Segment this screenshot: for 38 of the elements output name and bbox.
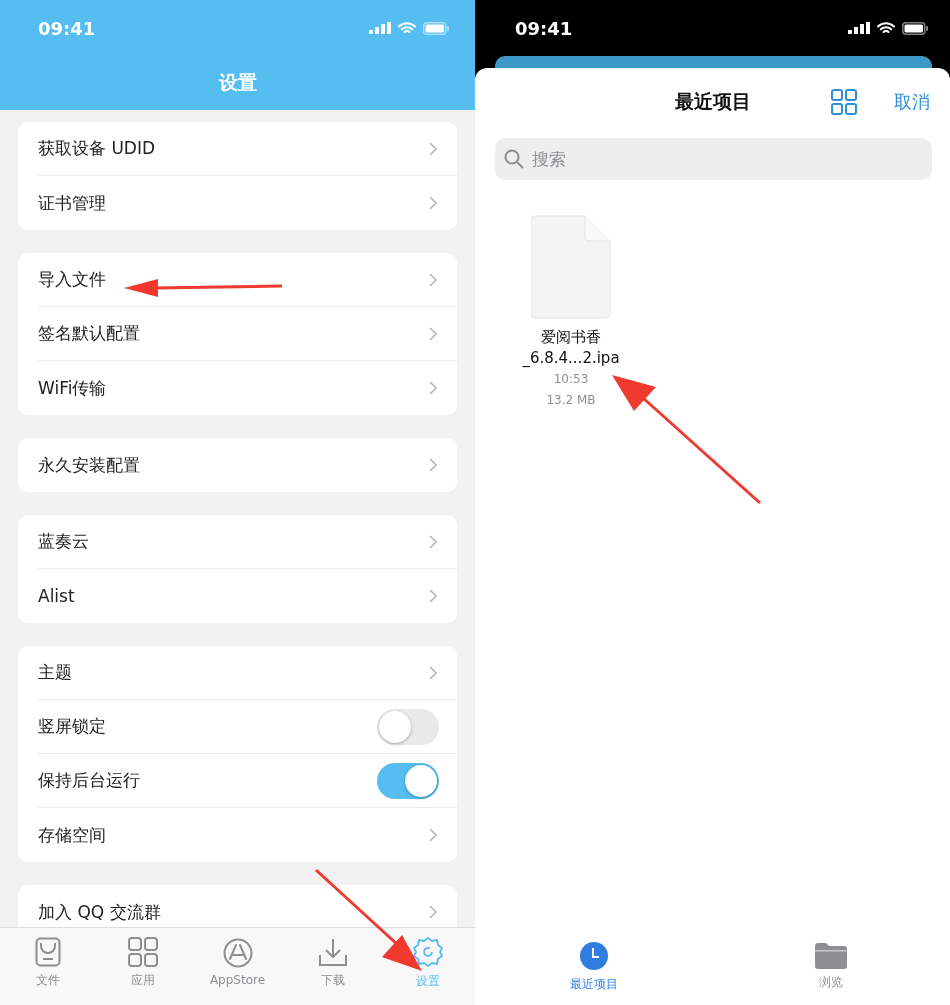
sheet-title: 最近项目 (674, 89, 751, 114)
settings-row[interactable]: 竖屏锁定 (38, 700, 457, 754)
row-label: 签名默认配置 (38, 322, 140, 345)
settings-row[interactable]: 签名默认配置 (38, 307, 457, 361)
settings-row[interactable]: 存储空间 (38, 808, 457, 862)
row-label: 主题 (38, 661, 72, 684)
settings-row[interactable]: 保持后台运行 (38, 754, 457, 808)
search-field[interactable]: 搜索 (495, 138, 932, 180)
file-size: 13.2 MB (546, 392, 596, 409)
row-label: 导入文件 (38, 268, 106, 291)
tab-item[interactable]: 最近项目 (475, 928, 713, 1005)
file-item[interactable]: 爱阅书香 _6.8.4...2.ipa 10:53 13.2 MB (519, 215, 623, 411)
settings-row[interactable]: Alist (38, 569, 457, 623)
row-label: 存储空间 (38, 823, 106, 847)
tab-item[interactable]: 浏览 (712, 928, 950, 1005)
screen-title: 设置 (218, 70, 257, 95)
row-label: 保持后台运行 (38, 769, 140, 792)
row-label: 获取设备 UDID (38, 137, 156, 160)
row-label: 蓝奏云 (38, 530, 89, 553)
file-name: 爱阅书香 (541, 327, 601, 348)
row-label: WiFi传输 (38, 376, 107, 400)
cancel-button[interactable]: 取消 (890, 88, 934, 116)
row-label: 永久安装配置 (38, 453, 140, 477)
row-label: 证书管理 (38, 191, 106, 215)
file-name: _6.8.4...2.ipa (522, 348, 620, 369)
settings-row[interactable]: WiFi传输 (38, 361, 457, 415)
row-label: 加入 QQ 交流群 (38, 900, 161, 924)
settings-row[interactable]: 主题 (38, 646, 457, 700)
settings-row[interactable]: 获取设备 UDID (38, 122, 457, 176)
status-time: 09:41 (38, 17, 96, 39)
file-time: 10:53 (553, 371, 589, 388)
settings-row[interactable]: 证书管理 (38, 176, 457, 230)
settings-row[interactable]: 蓝奏云 (38, 515, 457, 569)
row-label: Alist (38, 586, 75, 606)
row-label: 竖屏锁定 (38, 715, 106, 738)
settings-row[interactable]: 永久安装配置 (38, 438, 457, 492)
status-time: 09:41 (515, 17, 573, 39)
settings-row[interactable]: 加入 QQ 交流群 (38, 885, 457, 927)
